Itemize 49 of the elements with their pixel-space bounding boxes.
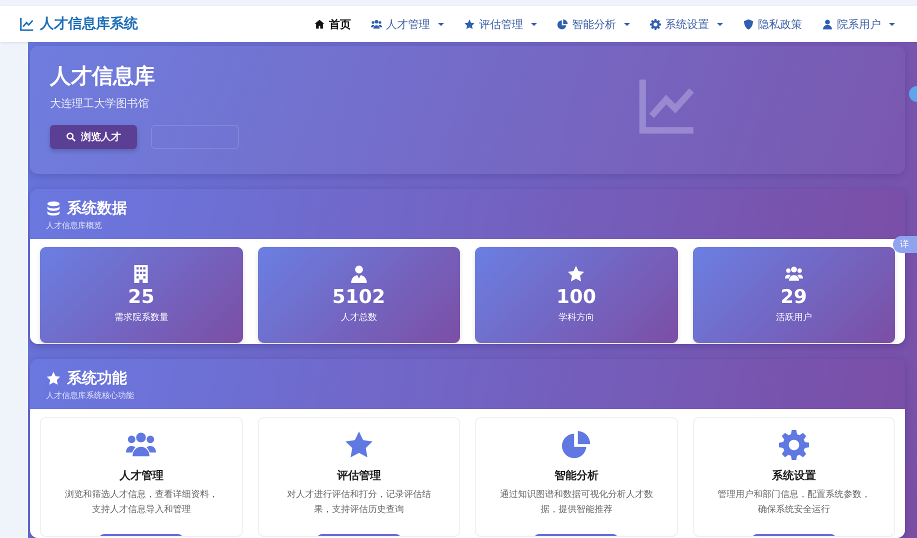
- database-icon: [46, 200, 61, 216]
- home-icon: [314, 18, 325, 30]
- browse-button[interactable]: 浏览人才: [50, 125, 137, 149]
- shield-icon: [743, 18, 754, 30]
- feature-title: 系统设置: [772, 468, 816, 484]
- users-icon: [371, 18, 382, 30]
- nav-link[interactable]: 人才管理: [361, 12, 454, 36]
- nav-link[interactable]: 首页: [304, 12, 361, 36]
- star-icon: [344, 430, 374, 460]
- feature-title: 人才管理: [119, 468, 164, 484]
- pie-chart-icon: [557, 18, 568, 30]
- feature-description: 管理用户和部门信息，配置系统参数，确保系统安全运行: [716, 488, 872, 518]
- chart-icon: [20, 17, 34, 31]
- settings-icon: [650, 18, 661, 30]
- feature-description: 通过知识图谱和数据可视化分析人才数据，提供智能推荐: [498, 488, 654, 518]
- stat-label: 人才总数: [340, 312, 377, 324]
- star-icon: [567, 265, 586, 284]
- stat-value: 29: [780, 286, 807, 308]
- search-icon: [66, 132, 76, 142]
- section-subtitle: 人才信息库系统核心功能: [46, 390, 134, 402]
- section-title: 系统功能: [67, 369, 127, 388]
- stat-label: 活跃用户: [776, 312, 812, 324]
- building-icon: [132, 265, 150, 284]
- stat-value: 25: [128, 286, 154, 308]
- brand-title[interactable]: 人才信息库系统: [40, 15, 138, 33]
- nav-link[interactable]: 评估管理: [454, 12, 547, 36]
- star-icon: [464, 18, 475, 30]
- section-subtitle: 人才信息库概览: [46, 220, 102, 231]
- nav-link[interactable]: 院系用户: [812, 12, 905, 36]
- nav-link[interactable]: 智能分析: [547, 12, 640, 36]
- feature-description: 对人才进行评估和打分，记录评估结果，支持评估历史查询: [286, 488, 432, 518]
- pie-chart-icon: [561, 430, 592, 460]
- feature-title: 评估管理: [336, 468, 381, 484]
- nav-link[interactable]: 系统设置: [640, 12, 733, 36]
- star-icon: [46, 371, 61, 386]
- stat-value: 100: [556, 286, 596, 308]
- user-icon: [822, 18, 833, 30]
- user-icon: [350, 265, 368, 284]
- feature-title: 智能分析: [554, 468, 598, 484]
- nav-link[interactable]: 隐私政策: [733, 12, 812, 36]
- settings-icon: [778, 430, 809, 460]
- feature-description: 浏览和筛选人才信息，查看详细资料，支持人才信息导入和管理: [64, 488, 219, 518]
- stat-label: 需求院系数量: [114, 312, 168, 324]
- stat-label: 学科方向: [558, 312, 594, 324]
- hero-title: 人才信息库: [50, 63, 155, 90]
- users-icon: [784, 265, 803, 284]
- stat-value: 5102: [332, 286, 386, 308]
- hero-subtitle: 大连理工大学图书馆: [50, 96, 149, 111]
- section-title: 系统数据: [67, 198, 127, 218]
